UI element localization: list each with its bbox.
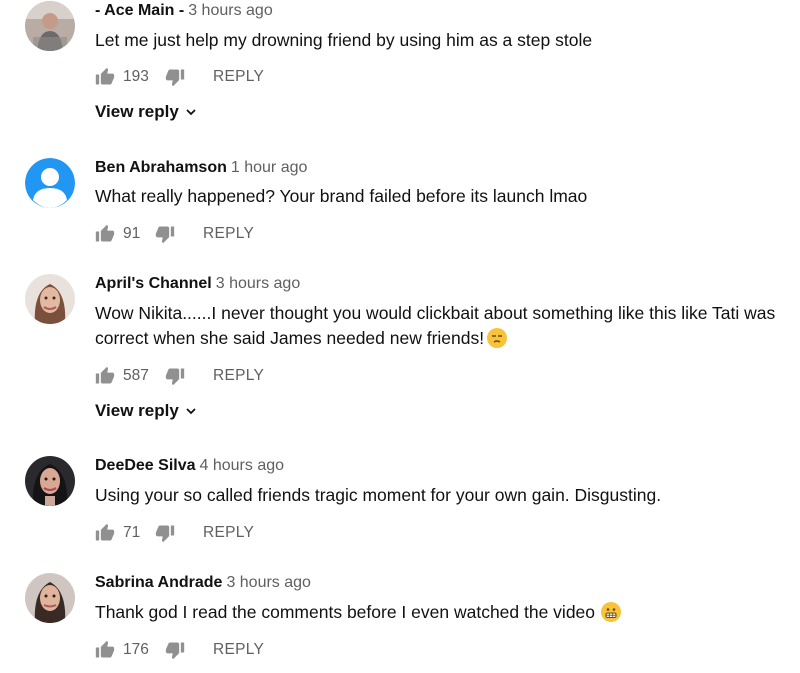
timestamp[interactable]: 3 hours ago <box>216 275 301 292</box>
grimacing-face-emoji <box>601 602 622 622</box>
view-reply-button[interactable]: View reply <box>95 401 197 421</box>
avatar[interactable] <box>25 274 75 324</box>
comment-actions: 176 REPLY <box>95 638 264 662</box>
thumbs-down-icon[interactable] <box>155 523 175 543</box>
view-reply-label: View reply <box>95 102 179 121</box>
like-count: 91 <box>123 225 141 242</box>
author-name[interactable]: Sabrina Andrade <box>95 574 222 591</box>
comment-text: What really happened? Your brand failed … <box>95 186 588 206</box>
comment-actions: 193 REPLY <box>95 65 264 89</box>
timestamp[interactable]: 3 hours ago <box>188 2 273 19</box>
like-count: 587 <box>123 367 149 384</box>
unamused-face-emoji <box>487 328 508 348</box>
timestamp[interactable]: 3 hours ago <box>226 574 311 591</box>
chevron-down-icon <box>186 408 196 415</box>
thumbs-up-icon[interactable] <box>95 67 115 87</box>
thumbs-up-icon[interactable] <box>95 640 115 660</box>
comment-text: Let me just help my drowning friend by u… <box>95 30 593 50</box>
comment-header: April's Channel 3 hours ago <box>95 275 300 293</box>
timestamp[interactable]: 1 hour ago <box>231 159 308 176</box>
chevron-down-icon <box>186 109 196 116</box>
author-name[interactable]: April's Channel <box>95 275 212 292</box>
thumbs-up-icon[interactable] <box>95 523 115 543</box>
comment-header: DeeDee Silva 4 hours ago <box>95 457 284 475</box>
thumbs-up-icon[interactable] <box>95 224 115 244</box>
reply-button[interactable]: REPLY <box>203 225 254 243</box>
avatar[interactable] <box>25 573 75 623</box>
thumbs-up-icon[interactable] <box>95 366 115 386</box>
comment-header: - Ace Main -3 hours ago <box>95 2 273 20</box>
avatar[interactable] <box>25 1 75 51</box>
comment-actions: 91 REPLY <box>95 222 254 246</box>
reply-button[interactable]: REPLY <box>213 367 264 385</box>
comment-text: Thank god I read the comments before I e… <box>95 600 785 625</box>
comment-text: Wow Nikita......I never thought you woul… <box>95 301 785 351</box>
timestamp[interactable]: 4 hours ago <box>200 457 285 474</box>
author-name[interactable]: Ben Abrahamson <box>95 159 227 176</box>
thumbs-down-icon[interactable] <box>165 366 185 386</box>
reply-button[interactable]: REPLY <box>203 524 254 542</box>
author-name[interactable]: DeeDee Silva <box>95 457 196 474</box>
reply-button[interactable]: REPLY <box>213 68 264 86</box>
thumbs-down-icon[interactable] <box>165 640 185 660</box>
like-count: 176 <box>123 641 149 658</box>
thumbs-down-icon[interactable] <box>155 224 175 244</box>
default-avatar-icon[interactable] <box>25 158 75 208</box>
comment-text-body: Thank god I read the comments before I e… <box>95 602 596 622</box>
view-reply-button[interactable]: View reply <box>95 102 197 122</box>
comment-text-body: Wow Nikita......I never thought you woul… <box>95 303 776 348</box>
thumbs-down-icon[interactable] <box>165 67 185 87</box>
avatar[interactable] <box>25 456 75 506</box>
reply-button[interactable]: REPLY <box>213 641 264 659</box>
comment-actions: 587 REPLY <box>95 364 264 388</box>
comment-header: Ben Abrahamson 1 hour ago <box>95 159 307 177</box>
like-count: 71 <box>123 524 141 541</box>
like-count: 193 <box>123 68 149 85</box>
comment-actions: 71 REPLY <box>95 521 254 545</box>
author-name[interactable]: - Ace Main - <box>95 2 184 19</box>
comment-text: Using your so called friends tragic mome… <box>95 485 662 505</box>
view-reply-label: View reply <box>95 401 179 420</box>
comment-header: Sabrina Andrade 3 hours ago <box>95 574 311 592</box>
